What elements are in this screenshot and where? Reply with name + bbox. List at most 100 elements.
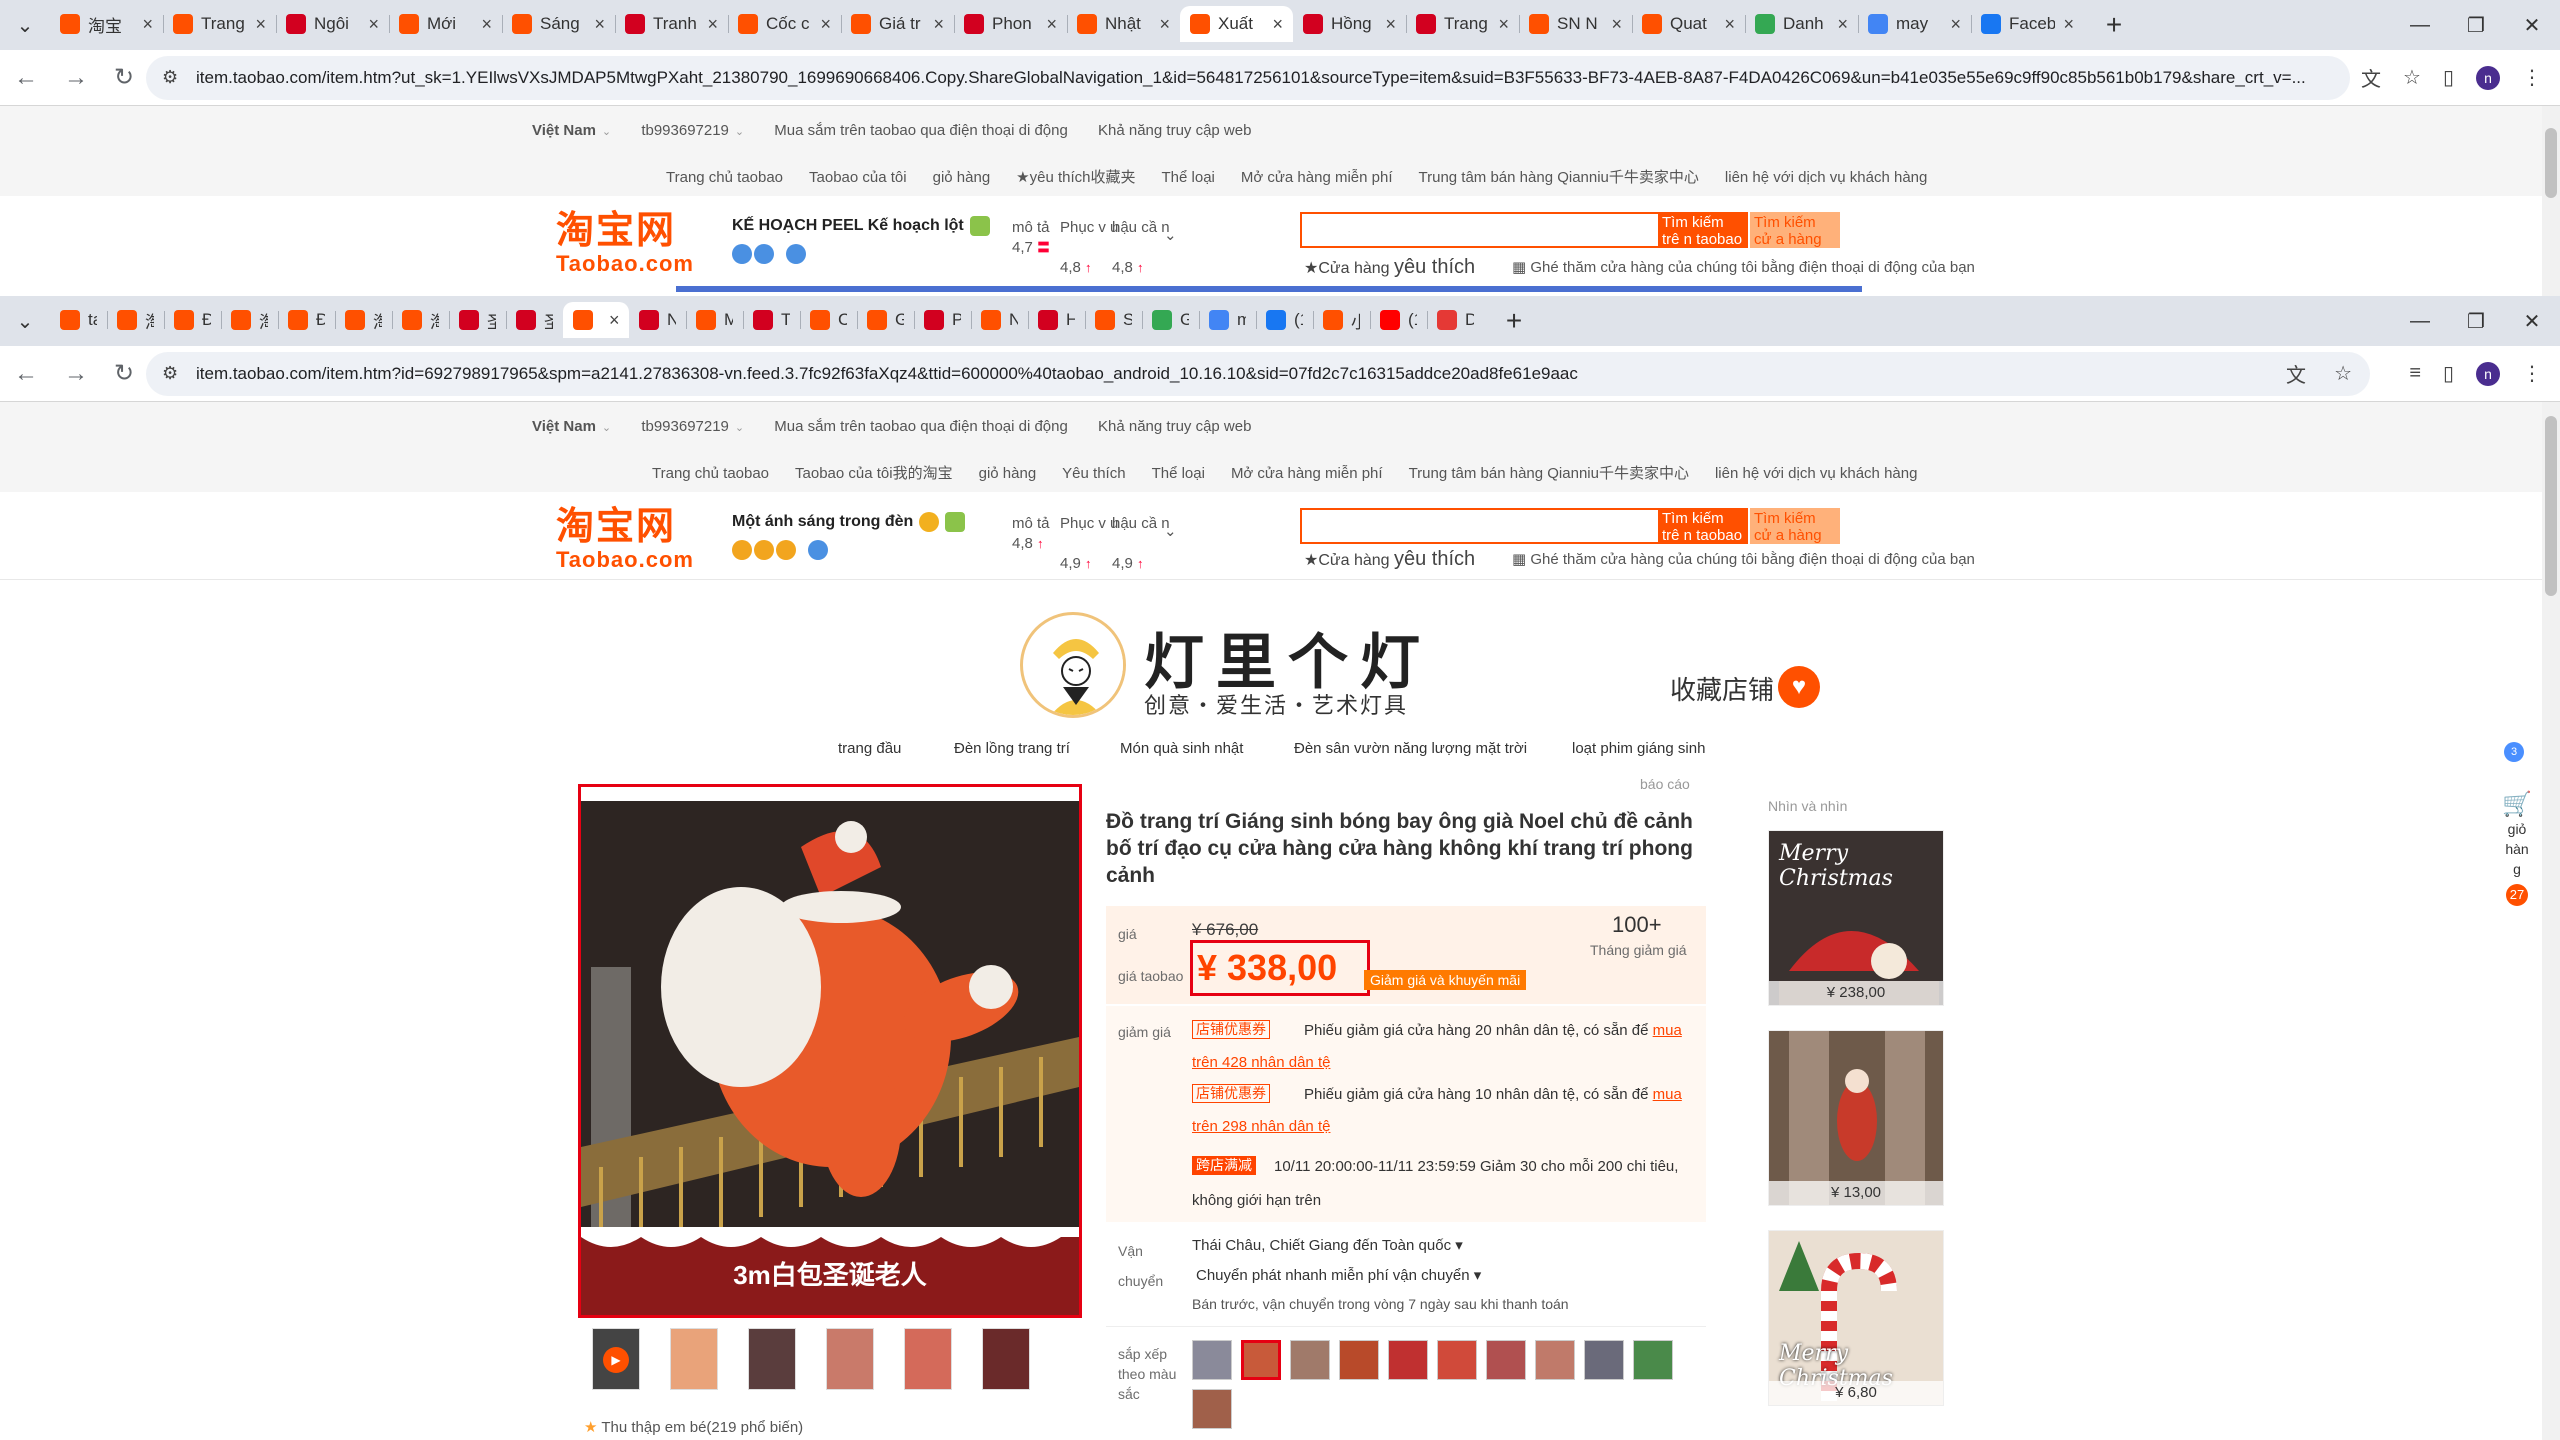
favorite-store-label[interactable]: 收藏店铺 xyxy=(1670,670,1774,707)
browser-tab[interactable]: Nhật × xyxy=(1067,6,1180,42)
browser-tab[interactable]: Đèn xyxy=(164,302,221,338)
color-option[interactable] xyxy=(1486,1340,1526,1380)
bookmark-star-icon[interactable]: ☆ xyxy=(2403,65,2421,90)
browser-tab[interactable]: Xuất × xyxy=(1180,6,1293,42)
thumbnail[interactable] xyxy=(670,1328,718,1390)
heart-icon[interactable]: ♥ xyxy=(1778,666,1820,708)
search-store-button[interactable]: Tìm kiếm cử a hàng của c hủ xyxy=(1750,508,1840,544)
taobao-logo[interactable]: 淘宝网 Taobao.com xyxy=(556,210,696,276)
taobao-logo[interactable]: 淘宝网 Taobao.com xyxy=(556,506,696,572)
minimize-icon[interactable]: — xyxy=(2392,310,2448,333)
browser-tab[interactable]: × xyxy=(563,302,629,338)
close-tab-icon[interactable]: × xyxy=(1385,14,1396,35)
forward-icon[interactable]: → xyxy=(56,64,96,92)
browser-tab[interactable]: 淘寶 xyxy=(392,302,449,338)
close-tab-icon[interactable]: × xyxy=(933,14,944,35)
favorite-store-link[interactable]: ★Cửa hàng yêu thích xyxy=(1304,548,1475,571)
profile-avatar[interactable]: n xyxy=(2476,361,2500,386)
color-option-selected[interactable] xyxy=(1241,1340,1281,1380)
color-option[interactable] xyxy=(1339,1340,1379,1380)
browser-tab[interactable]: Faceb × xyxy=(1971,6,2084,42)
favorite-store-link[interactable]: ★Cửa hàng yêu thích xyxy=(1304,256,1475,279)
topnav-item[interactable]: Yêu thích xyxy=(1062,465,1125,482)
browser-tab[interactable]: Hồng × xyxy=(1293,6,1406,42)
close-tab-icon[interactable]: × xyxy=(2063,14,2074,35)
topnav-item[interactable]: Mở cửa hàng miễn phí xyxy=(1241,169,1393,186)
floating-cart[interactable]: 🛒 giỏ hàng xyxy=(2502,790,2532,879)
color-option[interactable] xyxy=(1633,1340,1673,1380)
mobile-link[interactable]: Mua sắm trên taobao qua điện thoại di độ… xyxy=(774,122,1068,139)
shop-name[interactable]: Một ánh sáng trong đèn xyxy=(732,512,966,532)
browser-tab[interactable]: Trang × xyxy=(163,6,276,42)
browser-tab[interactable]: Quat × xyxy=(1632,6,1745,42)
browser-tab[interactable]: (10) xyxy=(1370,302,1427,338)
minimize-icon[interactable]: — xyxy=(2392,14,2448,37)
store-nav-home[interactable]: trang đầu xyxy=(838,740,901,757)
browser-tab[interactable]: Giá tr × xyxy=(841,6,954,42)
playlist-icon[interactable]: ≡ xyxy=(2409,362,2421,385)
shop-name[interactable]: KẾ HOẠCH PEEL Kế hoạch lột xyxy=(732,216,990,236)
browser-tab[interactable]: Danh × xyxy=(1745,6,1858,42)
browser-tab[interactable]: 小众 xyxy=(1313,302,1370,338)
close-window-icon[interactable]: ✕ xyxy=(2504,13,2560,38)
restore-icon[interactable]: ❐ xyxy=(2448,309,2504,334)
browser-tab[interactable]: Cốc c × xyxy=(728,6,841,42)
close-tab-icon[interactable]: × xyxy=(368,14,379,35)
color-option[interactable] xyxy=(1290,1340,1330,1380)
close-tab-icon[interactable]: × xyxy=(1837,14,1848,35)
close-tab-icon[interactable]: × xyxy=(594,14,605,35)
browser-tab[interactable]: 淘寶 xyxy=(221,302,278,338)
color-option[interactable] xyxy=(1388,1340,1428,1380)
reload-icon[interactable]: ↻ xyxy=(104,359,144,388)
close-tab-icon[interactable]: × xyxy=(1950,14,1961,35)
browser-tab[interactable]: taob xyxy=(50,302,107,338)
close-tab-icon[interactable]: × xyxy=(1272,14,1283,35)
translate-icon[interactable]: 文 xyxy=(2286,359,2306,388)
thumbnail[interactable] xyxy=(982,1328,1030,1390)
topnav-item[interactable]: Taobao của tôi我的淘宝 xyxy=(795,465,953,482)
topnav-item[interactable]: liên hệ với dịch vụ khách hàng xyxy=(1715,465,1917,482)
thumbnail[interactable] xyxy=(904,1328,952,1390)
topnav-item[interactable]: Thể loại xyxy=(1162,169,1215,186)
topnav-item[interactable]: Trang chủ taobao xyxy=(666,169,783,186)
reload-icon[interactable]: ↻ xyxy=(104,63,144,92)
topnav-item[interactable]: Trung tâm bán hàng Qianniu千牛卖家中心 xyxy=(1409,465,1689,482)
address-bar[interactable]: ⚙ item.taobao.com/item.htm?id=6927989179… xyxy=(146,351,2370,396)
browser-tab[interactable]: Hồn xyxy=(1028,302,1085,338)
store-nav-gifts[interactable]: Món quà sinh nhật xyxy=(1120,740,1243,757)
forward-icon[interactable]: → xyxy=(56,360,96,388)
tab-search-icon[interactable]: ⌄ xyxy=(0,309,50,334)
shipping-route[interactable]: Thái Châu, Chiết Giang đến Toàn quốc ▾ xyxy=(1192,1236,1463,1254)
search-store-button[interactable]: Tìm kiếm cử a hàng của c hủ xyxy=(1750,212,1840,248)
access-link[interactable]: Khả năng truy cập web xyxy=(1098,122,1251,139)
menu-icon[interactable]: ⋮ xyxy=(2522,65,2542,90)
video-thumbnail[interactable]: ▶ xyxy=(592,1328,640,1390)
close-tab-icon[interactable]: × xyxy=(820,14,831,35)
report-link[interactable]: báo cáo xyxy=(1640,776,1690,792)
topnav-item[interactable]: Taobao của tôi xyxy=(809,169,907,186)
color-option[interactable] xyxy=(1192,1389,1232,1429)
new-tab-button[interactable]: + xyxy=(2096,9,2132,41)
notification-dot[interactable]: 3 xyxy=(2504,742,2524,762)
recommend-item[interactable]: Merry Christmas ¥ 238,00 xyxy=(1768,830,1944,1006)
country-link[interactable]: Việt Nam ⌄ xyxy=(532,418,611,435)
topnav-item[interactable]: Mở cửa hàng miễn phí xyxy=(1231,465,1383,482)
browser-tab[interactable]: 圣誕 xyxy=(449,302,506,338)
color-option[interactable] xyxy=(1584,1340,1624,1380)
back-icon[interactable]: ← xyxy=(6,360,46,388)
topnav-item[interactable]: liên hệ với dịch vụ khách hàng xyxy=(1725,169,1927,186)
browser-tab[interactable]: Giá t xyxy=(857,302,914,338)
browser-tab[interactable]: Tranh × xyxy=(615,6,728,42)
browser-tab[interactable]: Phon × xyxy=(954,6,1067,42)
thumbnail[interactable] xyxy=(826,1328,874,1390)
store-nav-christmas[interactable]: loạt phim giáng sinh xyxy=(1572,740,1705,757)
close-tab-icon[interactable]: × xyxy=(1498,14,1509,35)
close-tab-icon[interactable]: × xyxy=(1611,14,1622,35)
side-panel-icon[interactable]: ▯ xyxy=(2443,361,2454,386)
browser-tab[interactable]: 圣誕 xyxy=(506,302,563,338)
topnav-item[interactable]: Trang chủ taobao xyxy=(652,465,769,482)
bookmark-star-icon[interactable]: ☆ xyxy=(2334,361,2352,386)
browser-tab[interactable]: Sáng × xyxy=(502,6,615,42)
browser-tab[interactable]: Dây xyxy=(1427,302,1484,338)
browser-tab[interactable]: Ngô xyxy=(629,302,686,338)
